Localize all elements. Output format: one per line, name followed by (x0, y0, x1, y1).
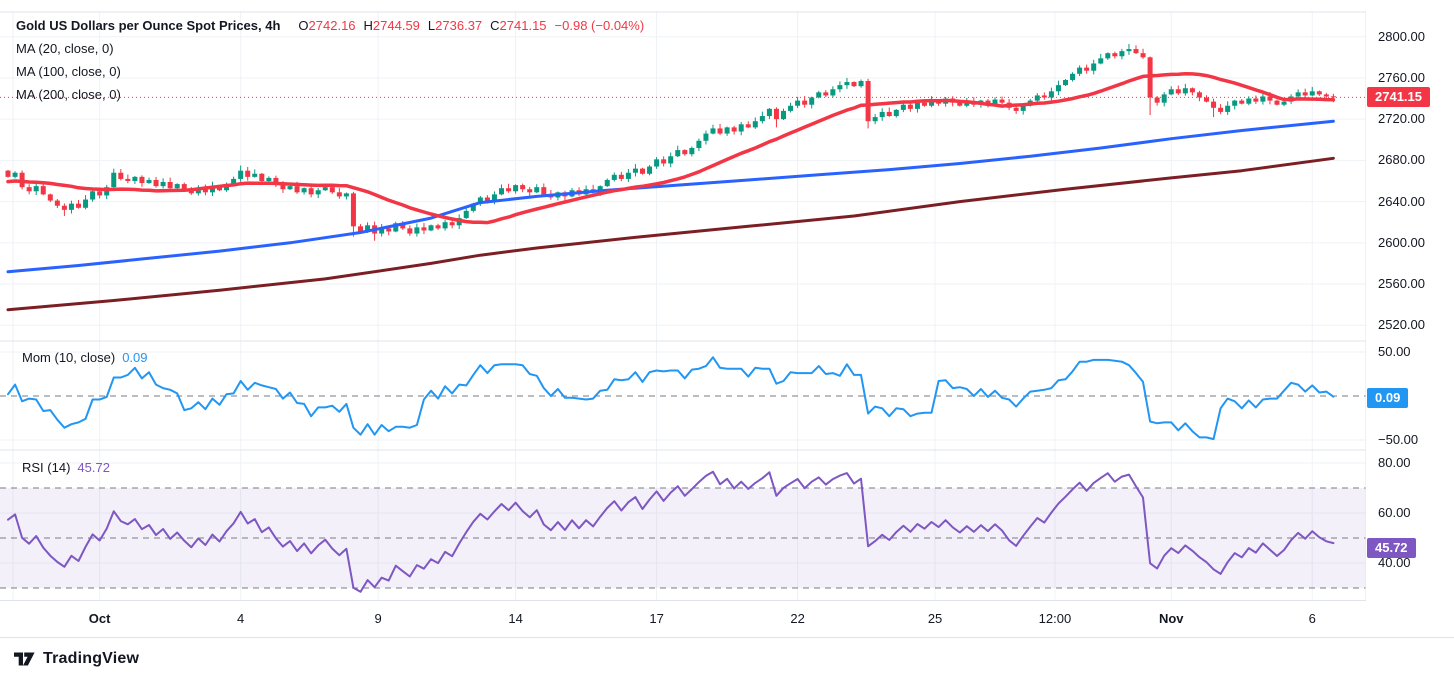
momentum-label: Mom (10, close) (22, 350, 115, 365)
time-axis-label: Oct (89, 611, 111, 626)
ma100-line (8, 121, 1333, 272)
open-label: O (298, 18, 308, 33)
momentum-legend-row[interactable]: Mom (10, close) 0.09 (22, 350, 148, 365)
time-axis-label: 6 (1309, 611, 1316, 626)
ma100-legend-label: MA (100, close, 0) (16, 64, 121, 79)
momentum-axis-label: −50.00 (1378, 432, 1418, 447)
price-axis-label: 2800.00 (1378, 29, 1425, 44)
rsi-axis-label: 80.00 (1378, 455, 1411, 470)
price-axis-label: 2560.00 (1378, 276, 1425, 291)
tradingview-brand-text[interactable]: TradingView (43, 650, 139, 668)
change-value: −0.98 (−0.04%) (555, 18, 645, 33)
high-label: H (364, 18, 373, 33)
rsi-legend-row[interactable]: RSI (14) 45.72 (22, 460, 110, 475)
open-value: 2742.16 (309, 18, 356, 33)
chart-window: Gold US Dollars per Ounce Spot Prices, 4… (0, 0, 1454, 679)
symbol-legend-row[interactable]: Gold US Dollars per Ounce Spot Prices, 4… (16, 14, 644, 37)
symbol-title: Gold US Dollars per Ounce Spot Prices, 4… (16, 18, 280, 33)
price-axis-label: 2640.00 (1378, 194, 1425, 209)
ma20-legend-label: MA (20, close, 0) (16, 41, 114, 56)
low-value: 2736.37 (435, 18, 482, 33)
time-axis-label: 4 (237, 611, 244, 626)
price-axis-label: 2760.00 (1378, 70, 1425, 85)
time-axis-label: 12:00 (1039, 611, 1072, 626)
tradingview-logo-icon[interactable] (14, 650, 35, 668)
rsi-axis-label: 60.00 (1378, 505, 1411, 520)
momentum-value: 0.09 (122, 350, 147, 365)
momentum-axis-label: 50.00 (1378, 344, 1411, 359)
time-axis-label: 9 (375, 611, 382, 626)
price-axis-label: 2680.00 (1378, 152, 1425, 167)
price-axis-label: 2720.00 (1378, 111, 1425, 126)
rsi-value-badge: 45.72 (1367, 538, 1416, 558)
ma200-legend-label: MA (200, close, 0) (16, 87, 121, 102)
high-value: 2744.59 (373, 18, 420, 33)
rsi-band (0, 488, 1366, 588)
price-axis-label: 2600.00 (1378, 235, 1425, 250)
time-axis-label: 25 (928, 611, 942, 626)
ma20-legend-row[interactable]: MA (20, close, 0) (16, 37, 644, 60)
current-price-badge: 2741.15 (1367, 87, 1430, 107)
momentum-line (8, 357, 1333, 439)
ma200-legend-row[interactable]: MA (200, close, 0) (16, 83, 644, 106)
price-axis-label: 2520.00 (1378, 317, 1425, 332)
time-axis[interactable]: Oct 4 9 14 17 22 25 12:00 Nov 6 (0, 600, 1454, 638)
time-axis-label: Nov (1159, 611, 1184, 626)
time-axis-label: 22 (790, 611, 804, 626)
rsi-value: 45.72 (77, 460, 110, 475)
time-axis-label: 14 (508, 611, 522, 626)
footer-bar: TradingView (0, 637, 1454, 679)
close-value: 2741.15 (500, 18, 547, 33)
time-axis-label: 17 (649, 611, 663, 626)
ma100-legend-row[interactable]: MA (100, close, 0) (16, 60, 644, 83)
close-label: C (490, 18, 499, 33)
rsi-label: RSI (14) (22, 460, 70, 475)
legend: Gold US Dollars per Ounce Spot Prices, 4… (16, 14, 644, 106)
momentum-value-badge: 0.09 (1367, 388, 1408, 408)
